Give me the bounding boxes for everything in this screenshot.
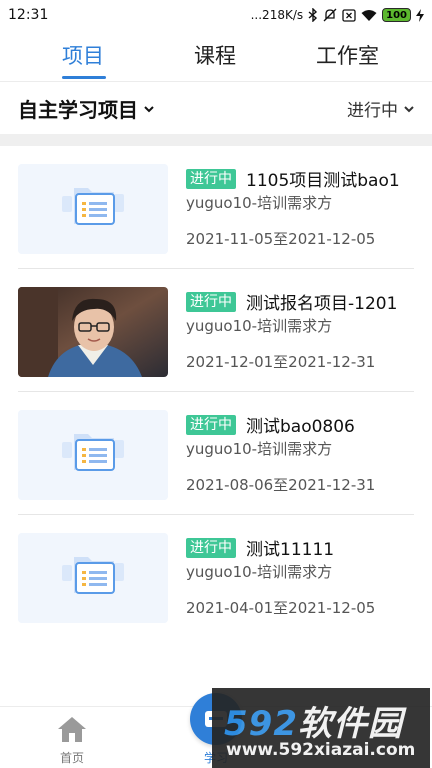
home-icon: [58, 717, 86, 742]
nav-home-label: 首页: [59, 751, 84, 765]
bluetooth-icon: [308, 8, 318, 22]
top-tabs: 项目 课程 工作室: [0, 30, 432, 82]
project-org: yuguo10-培训需求方: [186, 563, 333, 581]
project-item[interactable]: 进行中 1105项目测试bao1 yuguo10-培训需求方 2021-11-0…: [0, 146, 432, 269]
status-badge: 进行中: [186, 169, 236, 189]
project-dates: 2021-04-01至2021-12-05: [186, 599, 376, 617]
charging-icon: [416, 8, 424, 22]
status-icons: ...218K/s 100: [251, 8, 424, 22]
status-badge: 进行中: [186, 292, 236, 312]
chevron-down-icon: [404, 105, 414, 112]
project-dates: 2021-11-05至2021-12-05: [186, 230, 376, 248]
status-badge: 进行中: [186, 415, 236, 435]
category-label: 自主学习项目: [18, 98, 138, 122]
tab-studio[interactable]: 工作室: [316, 40, 379, 70]
project-title: 测试bao0806: [246, 417, 355, 437]
person-photo-thumbnail: [18, 287, 168, 377]
section-divider: [0, 134, 432, 146]
chevron-down-icon: [144, 105, 154, 112]
tab-projects[interactable]: 项目: [62, 40, 104, 70]
folder-thumbnail: [18, 533, 168, 623]
watermark-overlay: 592软件园 www.592xiazai.com: [212, 688, 430, 768]
tab-courses[interactable]: 课程: [194, 40, 236, 70]
filter-bar: 自主学习项目 进行中: [0, 82, 432, 134]
app-screen: 12:31 ...218K/s 100 项目 课程 工作室 自主学习项目 进行中…: [0, 0, 432, 768]
folder-thumbnail: [18, 164, 168, 254]
project-item[interactable]: 进行中 测试bao0806 yuguo10-培训需求方 2021-08-06至2…: [0, 392, 432, 515]
status-badge: 进行中: [186, 538, 236, 558]
folder-thumbnail: [18, 410, 168, 500]
project-title: 测试报名项目-1201: [246, 294, 398, 314]
nav-home[interactable]: 首页: [48, 715, 96, 766]
status-time: 12:31: [8, 7, 49, 23]
project-list: 进行中 1105项目测试bao1 yuguo10-培训需求方 2021-11-0…: [0, 146, 432, 638]
battery-icon: 100: [382, 8, 411, 22]
project-dates: 2021-12-01至2021-12-31: [186, 353, 376, 371]
person-photo-icon: [18, 287, 168, 377]
project-org: yuguo10-培训需求方: [186, 317, 333, 335]
watermark-url: www.592xiazai.com: [226, 740, 416, 760]
status-dropdown[interactable]: 进行中: [347, 96, 416, 121]
active-tab-indicator: [62, 76, 106, 79]
project-title: 1105项目测试bao1: [246, 171, 400, 191]
status-bar: 12:31 ...218K/s 100: [0, 0, 432, 30]
status-filter-label: 进行中: [347, 101, 398, 121]
category-dropdown[interactable]: 自主学习项目: [18, 94, 156, 123]
project-item[interactable]: 进行中 测试11111 yuguo10-培训需求方 2021-04-01至202…: [0, 515, 432, 638]
folder-icon: [18, 533, 168, 623]
project-title: 测试11111: [246, 540, 335, 560]
folder-icon: [18, 410, 168, 500]
project-dates: 2021-08-06至2021-12-31: [186, 476, 376, 494]
project-org: yuguo10-培训需求方: [186, 194, 333, 212]
mute-icon: [323, 8, 337, 22]
watermark-logo: 592软件园: [224, 704, 403, 744]
wifi-icon: [361, 9, 377, 22]
close-box-icon: [342, 8, 356, 22]
project-item[interactable]: 进行中 测试报名项目-1201 yuguo10-培训需求方 2021-12-01…: [0, 269, 432, 392]
folder-icon: [18, 164, 168, 254]
project-org: yuguo10-培训需求方: [186, 440, 333, 458]
network-speed: ...218K/s: [250, 8, 304, 22]
